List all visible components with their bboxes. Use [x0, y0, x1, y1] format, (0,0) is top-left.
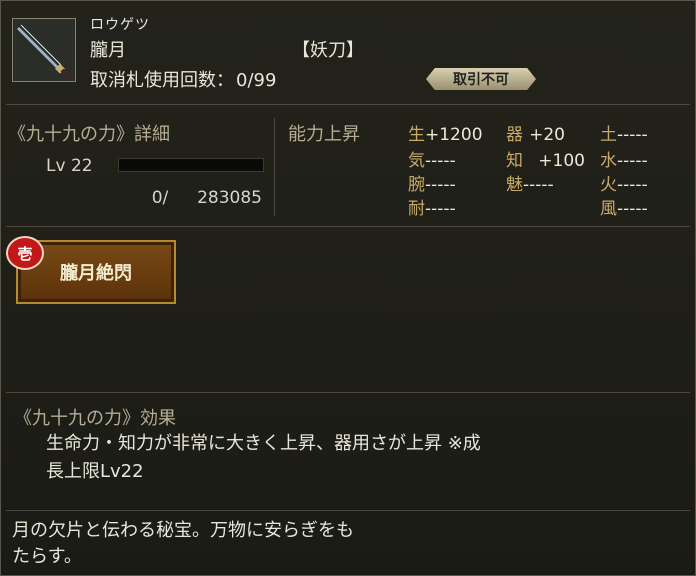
effect-line: 生命力・知力が非常に大きく上昇、器用さが上昇 ※成 — [46, 433, 481, 454]
stat-value: +20 — [529, 125, 565, 145]
stat-strength: 腕----- — [408, 170, 456, 195]
stat-value: +100 — [538, 151, 585, 171]
skill-rank-badge: 壱 — [6, 236, 44, 270]
stat-key: 器 — [506, 125, 523, 145]
stat-endurance: 耐----- — [408, 194, 456, 219]
power-detail-title: 《九十九の力》詳細 — [8, 124, 170, 145]
stat-key: 腕 — [408, 175, 425, 195]
divider — [6, 392, 690, 393]
stat-wind: 風----- — [600, 194, 648, 219]
stat-value: ----- — [617, 151, 648, 171]
stat-intelligence: 知 +100 — [506, 146, 585, 171]
item-name: 朧月 — [90, 40, 126, 61]
stat-earth: 土----- — [600, 120, 648, 145]
item-ruby: ロウゲツ — [90, 17, 150, 33]
stat-value: ----- — [617, 175, 648, 195]
exp-max: 283085 — [197, 188, 262, 208]
stat-value: ----- — [617, 125, 648, 145]
stat-key: 水 — [600, 151, 617, 171]
stat-value: ----- — [617, 199, 648, 219]
stat-value: ----- — [425, 175, 456, 195]
stat-dexterity: 器 +20 — [506, 120, 565, 145]
exp-bar — [118, 158, 264, 172]
level-value: 22 — [70, 156, 93, 176]
item-type: 【妖刀】 — [292, 40, 364, 61]
level-label: Lv — [46, 156, 66, 176]
stat-key: 魅 — [506, 175, 523, 195]
level-display: Lv 22 — [46, 156, 93, 176]
exp-value: 0/ 283085 — [100, 188, 262, 208]
flavor-line: たらす。 — [12, 546, 82, 567]
stat-key: 生 — [408, 125, 425, 145]
stat-key: 火 — [600, 175, 617, 195]
effect-line: 長上限Lv22 — [46, 461, 144, 482]
exp-current: 0/ — [151, 188, 169, 208]
divider — [6, 226, 690, 227]
usage-value: 0/99 — [236, 70, 277, 91]
trade-status-badge: 取引不可 — [426, 68, 536, 90]
stat-spirit: 気----- — [408, 146, 456, 171]
katana-icon — [12, 18, 76, 82]
stat-key: 知 — [506, 151, 523, 171]
effect-description: 生命力・知力が非常に大きく上昇、器用さが上昇 ※成 長上限Lv22 — [46, 430, 666, 486]
flavor-line: 月の欠片と伝わる秘宝。万物に安らぎをも — [12, 520, 354, 541]
flavor-text: 月の欠片と伝わる秘宝。万物に安らぎをも たらす。 — [12, 518, 492, 570]
vertical-divider — [274, 118, 275, 216]
effect-title: 《九十九の力》効果 — [14, 408, 176, 429]
stat-key: 気 — [408, 151, 425, 171]
divider — [6, 510, 690, 511]
stat-fire: 火----- — [600, 170, 648, 195]
stat-life: 生+1200 — [408, 120, 483, 145]
stat-value: ----- — [425, 151, 456, 171]
ability-up-title: 能力上昇 — [288, 124, 360, 145]
stat-key: 風 — [600, 199, 617, 219]
divider — [6, 104, 690, 105]
usage-count: 取消札使用回数： 0/99 — [90, 66, 276, 92]
stat-value: ----- — [425, 199, 456, 219]
stat-key: 耐 — [408, 199, 425, 219]
stat-key: 土 — [600, 125, 617, 145]
stat-water: 水----- — [600, 146, 648, 171]
stat-charm: 魅----- — [506, 170, 554, 195]
stat-value: ----- — [523, 175, 554, 195]
stat-value: +1200 — [425, 125, 483, 145]
usage-label: 取消札使用回数： — [90, 70, 234, 91]
